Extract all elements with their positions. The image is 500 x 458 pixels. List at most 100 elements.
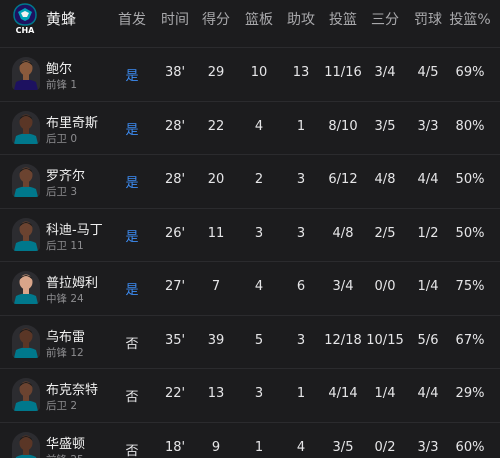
player-name[interactable]: 乌布雷 bbox=[46, 326, 85, 345]
player-position-number: 后卫 0 bbox=[46, 132, 78, 145]
table-header: CHA 黄蜂 首发 时间 得分 篮板 助攻 投篮 三分 罚球 投篮% 三 bbox=[0, 0, 500, 38]
player-position-number: 前锋 25 bbox=[46, 452, 84, 458]
player-avatar[interactable] bbox=[12, 57, 40, 90]
points-cell: 20 bbox=[207, 172, 225, 187]
player-name[interactable]: 鲍尔 bbox=[46, 58, 72, 77]
player-row[interactable]: 科迪-马丁 后卫 11 是 26' 11 3 3 4/8 2/5 1/2 50% bbox=[0, 207, 500, 262]
free-throws-cell: 3/3 bbox=[417, 439, 439, 455]
assists-cell: 6 bbox=[296, 279, 306, 294]
player-row[interactable]: 布里奇斯 后卫 0 是 28' 22 4 1 8/10 3/5 3/3 80% bbox=[0, 100, 500, 155]
three-pointers-cell: 3/5 bbox=[374, 118, 396, 134]
column-header-fg-percent[interactable]: 投篮% bbox=[449, 9, 490, 29]
team-name: 黄蜂 bbox=[46, 10, 77, 28]
player-name[interactable]: 布克奈特 bbox=[46, 379, 98, 398]
minutes-cell: 18' bbox=[164, 439, 186, 455]
minutes-cell: 27' bbox=[164, 279, 186, 294]
player-avatar[interactable] bbox=[12, 164, 40, 197]
assists-cell: 4 bbox=[296, 439, 306, 455]
column-header-field-goals[interactable]: 投篮 bbox=[329, 9, 357, 29]
player-row[interactable]: 华盛顿前锋 25 否 18' 9 1 4 3/5 0/2 3/3 60% bbox=[0, 421, 500, 458]
player-row[interactable]: 普拉姆利 中锋 24 是 27' 7 4 6 3/4 0/0 1/4 75% bbox=[0, 261, 500, 315]
rebounds-cell: 5 bbox=[254, 332, 264, 348]
player-name[interactable]: 普拉姆利 bbox=[46, 272, 98, 291]
player-name[interactable]: 科迪-马丁 bbox=[46, 219, 103, 238]
minutes-cell: 28' bbox=[164, 118, 186, 134]
points-cell: 11 bbox=[207, 225, 225, 241]
rebounds-cell: 10 bbox=[250, 65, 268, 80]
field-goals-cell: 3/4 bbox=[332, 279, 354, 294]
minutes-cell: 38' bbox=[164, 65, 186, 80]
minutes-cell: 35' bbox=[164, 332, 186, 348]
free-throws-cell: 4/4 bbox=[417, 386, 439, 401]
fg-percent-cell: 50% bbox=[455, 225, 485, 241]
column-header-rebounds[interactable]: 篮板 bbox=[245, 9, 273, 29]
player-position-number: 前锋 1 bbox=[46, 79, 78, 91]
three-pointers-cell: 1/4 bbox=[374, 386, 396, 401]
player-name[interactable]: 罗齐尔 bbox=[46, 165, 85, 184]
rebounds-cell: 4 bbox=[254, 279, 264, 294]
player-row[interactable]: 布克奈特后卫 2 否 22' 13 3 1 4/14 1/4 4/4 29% bbox=[0, 368, 500, 422]
assists-cell: 13 bbox=[292, 65, 310, 80]
fg-percent-cell: 80% bbox=[455, 118, 485, 134]
three-pointers-cell: 2/5 bbox=[374, 225, 396, 241]
points-cell: 29 bbox=[207, 65, 225, 80]
hornets-logo-icon: CHA bbox=[13, 3, 37, 35]
points-cell: 39 bbox=[207, 332, 225, 348]
player-name[interactable]: 华盛顿 bbox=[46, 433, 85, 452]
three-pointers-cell: 4/8 bbox=[374, 172, 396, 187]
rebounds-cell: 2 bbox=[254, 172, 264, 187]
column-header-free-throws[interactable]: 罚球 bbox=[414, 9, 442, 29]
fg-percent-cell: 50% bbox=[455, 172, 485, 187]
player-avatar[interactable] bbox=[12, 378, 40, 411]
player-position-number: 后卫 3 bbox=[46, 186, 78, 198]
player-avatar[interactable] bbox=[12, 217, 40, 251]
player-row[interactable]: 乌布雷 前锋 12 否 35' 39 5 3 12/18 10/15 5/6 67% bbox=[0, 314, 500, 369]
free-throws-cell: 5/6 bbox=[417, 332, 439, 348]
three-pointers-cell: 0/2 bbox=[374, 439, 396, 455]
points-cell: 9 bbox=[211, 439, 221, 455]
points-cell: 13 bbox=[207, 386, 225, 401]
minutes-cell: 28' bbox=[164, 172, 186, 187]
column-header-assists[interactable]: 助攻 bbox=[287, 9, 315, 29]
player-avatar[interactable] bbox=[12, 324, 40, 358]
free-throws-cell: 1/4 bbox=[417, 279, 439, 294]
player-position-number: 后卫 2 bbox=[46, 400, 78, 412]
points-cell: 22 bbox=[207, 118, 225, 134]
assists-cell: 3 bbox=[296, 225, 306, 241]
fg-percent-cell: 69% bbox=[455, 65, 485, 80]
rebounds-cell: 3 bbox=[254, 225, 264, 241]
starter-cell: 否 bbox=[125, 390, 139, 405]
points-cell: 7 bbox=[211, 279, 221, 294]
assists-cell: 3 bbox=[296, 172, 306, 187]
player-row[interactable]: 罗齐尔 后卫 3 是 28' 20 2 3 6/12 4/8 4/4 50% bbox=[0, 154, 500, 208]
column-header-three-pointers[interactable]: 三分 bbox=[371, 9, 399, 29]
player-position-number: 后卫 11 bbox=[46, 239, 84, 252]
three-pointers-cell: 3/4 bbox=[374, 65, 396, 80]
starter-cell: 是 bbox=[125, 122, 139, 138]
fg-percent-cell: 29% bbox=[455, 386, 485, 401]
svg-text:CHA: CHA bbox=[16, 26, 36, 35]
player-avatar[interactable] bbox=[12, 431, 40, 458]
assists-cell: 1 bbox=[296, 386, 306, 401]
column-header-starter[interactable]: 首发 bbox=[118, 9, 146, 29]
free-throws-cell: 1/2 bbox=[417, 225, 439, 241]
column-header-points[interactable]: 得分 bbox=[202, 9, 230, 29]
player-position-number: 中锋 24 bbox=[46, 293, 84, 305]
column-header-minutes[interactable]: 时间 bbox=[161, 9, 189, 29]
field-goals-cell: 8/10 bbox=[328, 118, 358, 134]
box-score-panel: CHA 黄蜂 首发 时间 得分 篮板 助攻 投篮 三分 罚球 投篮% 三 鲍尔前… bbox=[0, 0, 500, 458]
player-row[interactable]: 鲍尔 前锋 1 是 38' 29 10 13 11/16 3/4 4/5 69% bbox=[0, 47, 500, 101]
fg-percent-cell: 75% bbox=[455, 279, 485, 294]
player-avatar[interactable] bbox=[12, 271, 40, 304]
field-goals-cell: 3/5 bbox=[332, 439, 354, 455]
field-goals-cell: 4/8 bbox=[332, 225, 354, 241]
player-avatar[interactable] bbox=[12, 110, 40, 144]
minutes-cell: 22' bbox=[164, 386, 186, 401]
three-pointers-cell: 0/0 bbox=[374, 279, 396, 294]
rebounds-cell: 1 bbox=[254, 439, 264, 455]
starter-cell: 是 bbox=[125, 69, 139, 84]
field-goals-cell: 4/14 bbox=[328, 386, 358, 401]
player-name[interactable]: 布里奇斯 bbox=[46, 112, 98, 131]
field-goals-cell: 12/18 bbox=[324, 332, 362, 348]
rebounds-cell: 3 bbox=[254, 386, 264, 401]
